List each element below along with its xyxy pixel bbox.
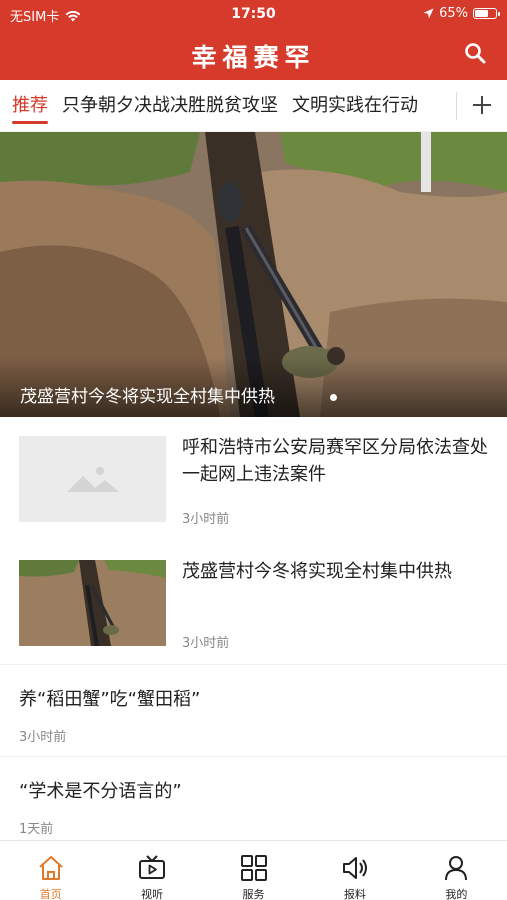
battery-percent: 65% — [439, 6, 468, 21]
news-time: 3小时前 — [19, 730, 67, 745]
app-header: 幸福赛罕 — [0, 28, 507, 80]
tab-strip: 推荐 只争朝夕决战决胜脱贫攻坚 文明实践在行动 — [12, 80, 455, 131]
nav-label: 服务 — [242, 888, 265, 900]
tab-civilization-practice[interactable]: 文明实践在行动 — [292, 80, 418, 131]
battery-level — [475, 10, 488, 17]
nav-services[interactable]: 服务 — [203, 841, 304, 900]
news-item-1[interactable]: 呼和浩特市公安局赛罕区分局依法查处一起网上违法案件 3小时前 — [0, 418, 507, 548]
bottom-nav: 首页 视听 服务 报料 我的 — [0, 840, 507, 900]
tab-poverty-alleviation[interactable]: 只争朝夕决战决胜脱贫攻坚 — [62, 80, 278, 131]
news-title: 养“稻田蟹”吃“蟹田稻” — [19, 689, 201, 710]
grid-icon — [240, 855, 267, 881]
news-title: 茂盛营村今冬将实现全村集中供热 — [182, 561, 452, 582]
news-title: “学术是不分语言的” — [19, 781, 182, 802]
nav-label: 我的 — [445, 888, 468, 900]
news-item-2[interactable]: 茂盛营村今冬将实现全村集中供热 3小时前 — [0, 548, 507, 664]
tab-divider — [456, 92, 457, 120]
nav-report[interactable]: 报料 — [304, 841, 405, 900]
location-arrow-icon — [423, 8, 434, 19]
nav-profile[interactable]: 我的 — [406, 841, 507, 900]
nav-home[interactable]: 首页 — [0, 841, 101, 900]
home-icon — [39, 856, 63, 880]
tv-video-icon — [139, 855, 166, 879]
app-title: 幸福赛罕 — [191, 43, 316, 72]
status-right: 65% — [423, 6, 500, 21]
hero-banner[interactable]: 茂盛营村今冬将实现全村集中供热 — [0, 132, 507, 417]
search-icon[interactable] — [463, 41, 487, 65]
nav-label: 视听 — [141, 888, 164, 900]
image-placeholder-icon — [19, 436, 166, 522]
battery-icon — [473, 8, 500, 19]
news-time: 3小时前 — [182, 636, 230, 651]
nav-label: 首页 — [39, 888, 62, 900]
carousel-indicator — [330, 394, 337, 401]
speaker-icon — [342, 857, 367, 879]
plus-icon[interactable] — [471, 94, 493, 116]
news-item-3[interactable]: 养“稻田蟹”吃“蟹田稻” 3小时前 — [0, 665, 507, 756]
news-time: 3小时前 — [182, 512, 230, 527]
status-bar: 无SIM卡 17:50 65% — [0, 0, 507, 28]
hero-caption: 茂盛营村今冬将实现全村集中供热 — [20, 387, 275, 407]
nav-label: 报料 — [343, 888, 366, 900]
pipeline-photo-thumb — [19, 560, 166, 646]
news-item-4[interactable]: “学术是不分语言的” 1天前 — [0, 757, 507, 840]
channel-tabs: 推荐 只争朝夕决战决胜脱贫攻坚 文明实践在行动 — [0, 80, 507, 132]
tab-recommend[interactable]: 推荐 — [12, 80, 48, 131]
news-time: 1天前 — [19, 822, 54, 837]
nav-video[interactable]: 视听 — [101, 841, 202, 900]
user-icon — [445, 856, 468, 881]
news-title: 呼和浩特市公安局赛罕区分局依法查处一起网上违法案件 — [182, 437, 488, 485]
